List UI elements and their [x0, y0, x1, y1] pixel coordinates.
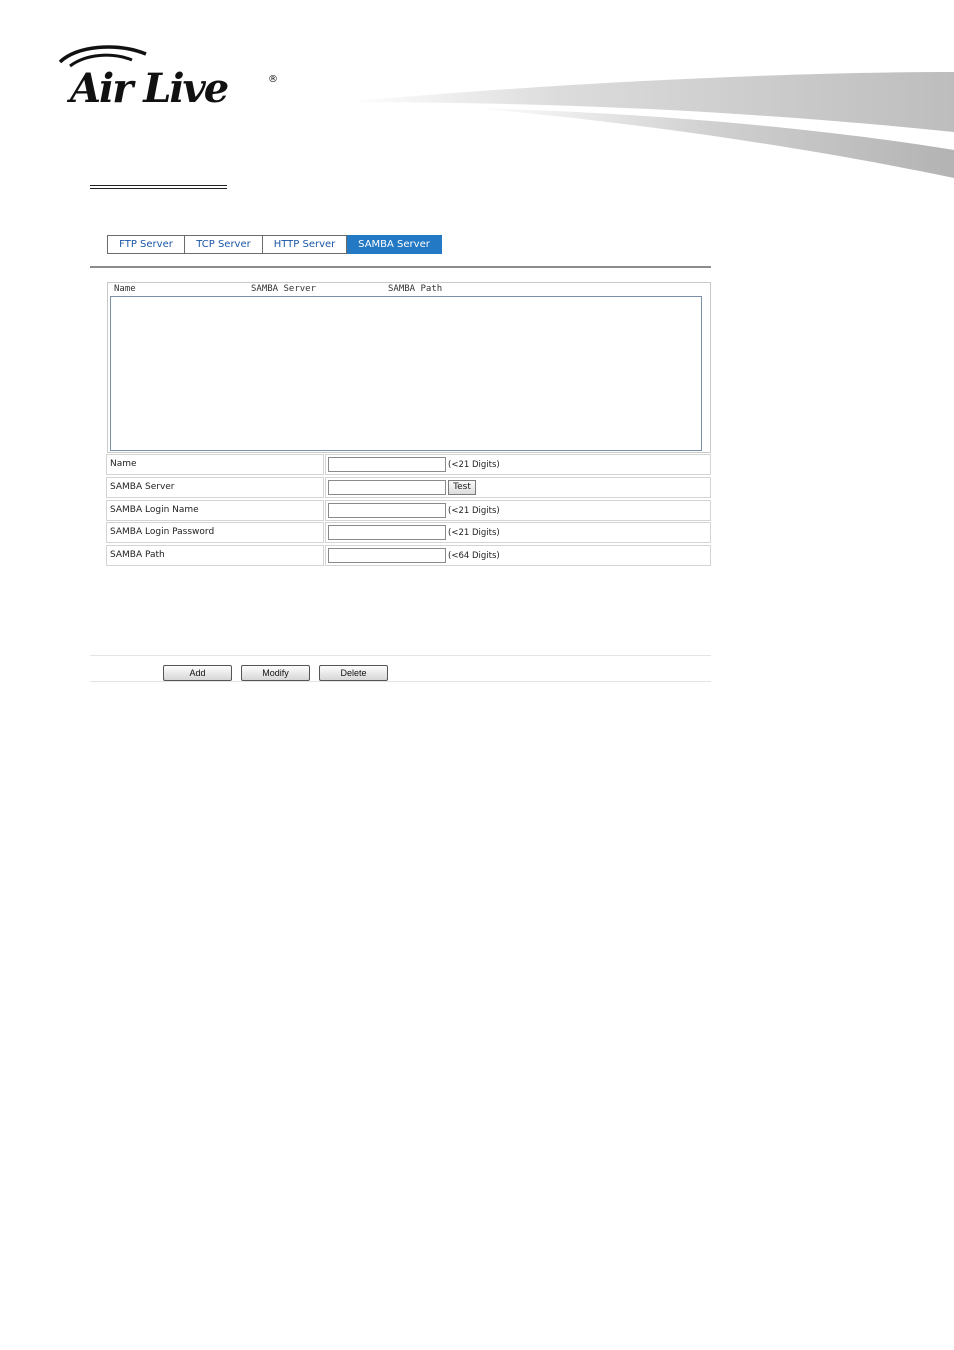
samba-path-value-cell: (<64 Digits) — [325, 545, 711, 567]
column-header-name: Name — [114, 284, 136, 294]
section-title-underline — [90, 185, 227, 189]
divider — [90, 266, 711, 268]
login-name-hint: (<21 Digits) — [448, 505, 500, 516]
form-row-name: Name (<21 Digits) — [106, 454, 711, 476]
samba-server-listbox[interactable] — [110, 296, 702, 451]
tab-samba-server[interactable]: SAMBA Server — [347, 235, 442, 254]
column-header-samba-server: SAMBA Server — [251, 284, 317, 294]
samba-path-input[interactable] — [328, 548, 446, 564]
modify-button[interactable]: Modify — [241, 665, 310, 681]
airlive-logo: Air Live ® — [58, 45, 278, 110]
name-hint: (<21 Digits) — [448, 460, 500, 470]
name-label: Name — [106, 454, 324, 475]
server-tabs: FTP Server TCP Server HTTP Server SAMBA … — [107, 235, 442, 254]
name-input[interactable] — [328, 457, 446, 472]
name-value-cell: (<21 Digits) — [325, 454, 711, 475]
tab-tcp-server[interactable]: TCP Server — [185, 235, 263, 254]
samba-login-password-label: SAMBA Login Password — [106, 522, 324, 544]
samba-login-name-label: SAMBA Login Name — [106, 499, 324, 521]
registered-mark-icon: ® — [268, 74, 278, 85]
samba-server-value-cell: Test — [325, 476, 711, 498]
add-button[interactable]: Add — [163, 665, 232, 681]
column-header-samba-path: SAMBA Path — [388, 284, 443, 294]
login-password-hint: (<21 Digits) — [448, 528, 500, 539]
samba-path-label: SAMBA Path — [106, 545, 324, 567]
divider — [90, 681, 711, 682]
tab-ftp-server[interactable]: FTP Server — [107, 235, 185, 254]
samba-server-input[interactable] — [328, 479, 446, 495]
form-row-login-name: SAMBA Login Name (<21 Digits) — [106, 499, 711, 522]
samba-login-name-input[interactable] — [328, 502, 446, 518]
logo-wordmark: Air Live — [66, 65, 228, 110]
test-button[interactable]: Test — [448, 479, 476, 495]
samba-login-name-value-cell: (<21 Digits) — [325, 499, 711, 521]
delete-button[interactable]: Delete — [319, 665, 388, 681]
samba-settings-form: Name (<21 Digits) SAMBA Server Test SAMB… — [106, 454, 711, 568]
samba-login-password-input[interactable] — [328, 525, 446, 541]
samba-list-header: Name SAMBA Server SAMBA Path — [114, 284, 704, 296]
samba-path-hint: (<64 Digits) — [448, 551, 500, 562]
form-row-login-password: SAMBA Login Password (<21 Digits) — [106, 522, 711, 544]
form-row-samba-server: SAMBA Server Test — [106, 476, 711, 499]
samba-login-password-value-cell: (<21 Digits) — [325, 522, 711, 544]
tab-http-server[interactable]: HTTP Server — [263, 235, 347, 254]
form-row-samba-path: SAMBA Path (<64 Digits) — [106, 545, 711, 567]
divider — [90, 655, 711, 656]
samba-server-label: SAMBA Server — [106, 476, 324, 498]
